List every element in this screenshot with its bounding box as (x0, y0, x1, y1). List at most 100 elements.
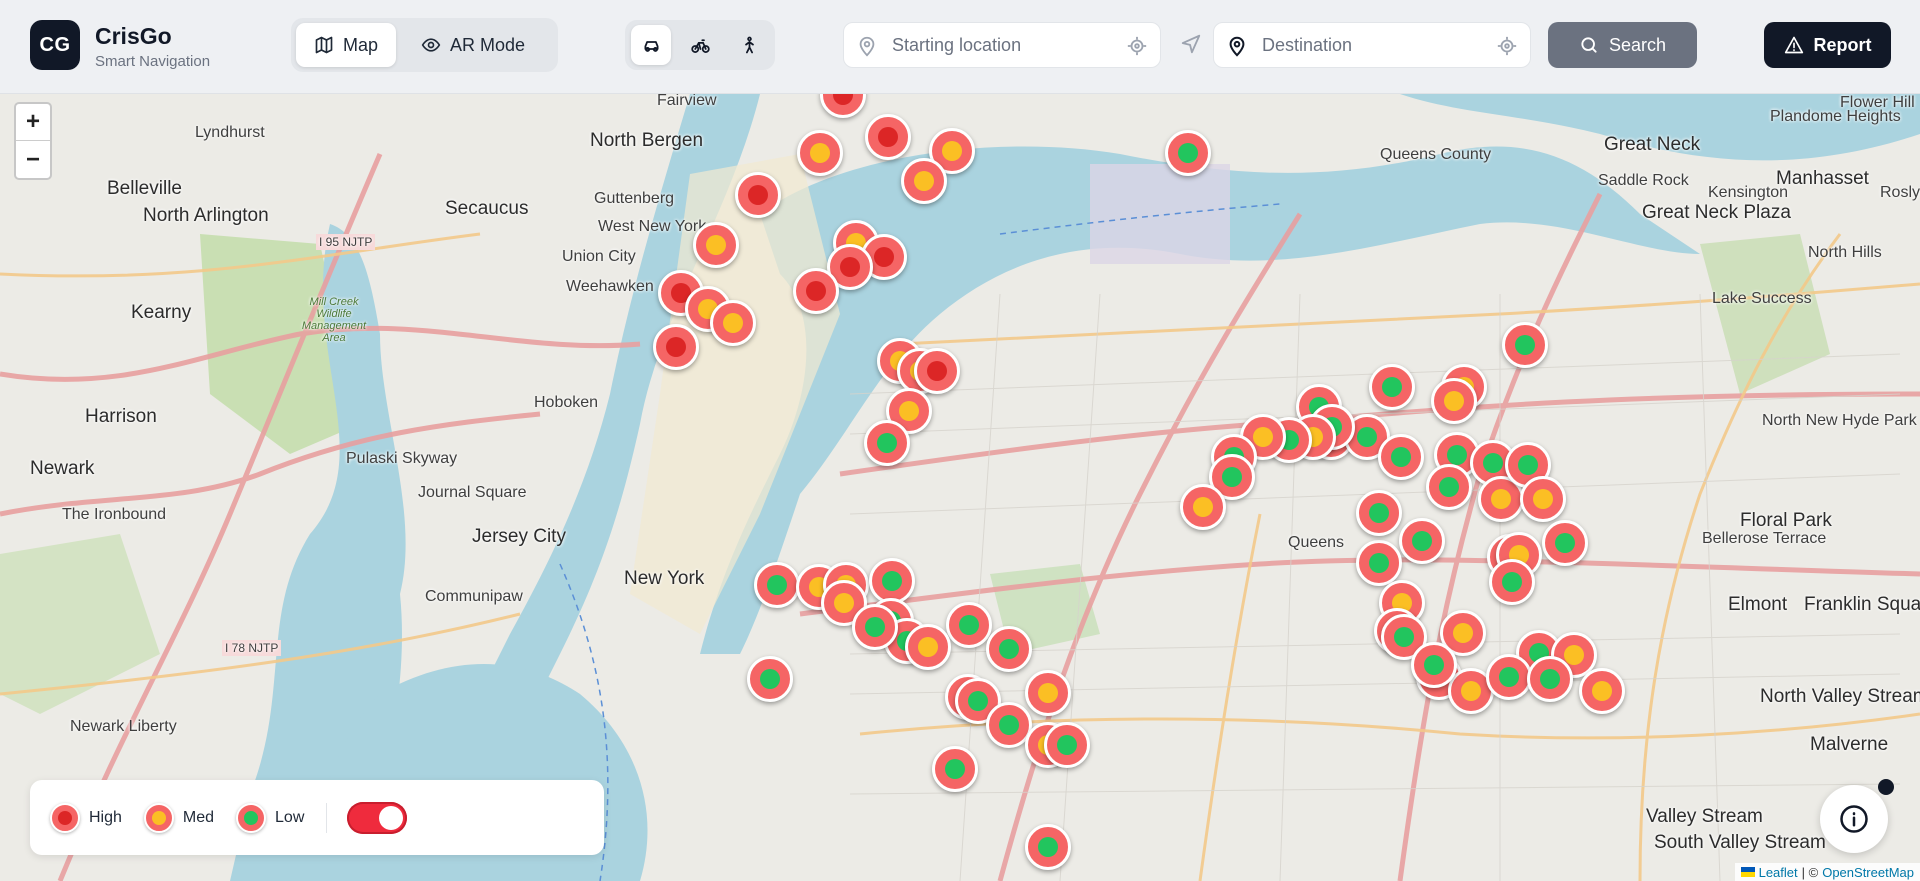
low-severity-dot (1439, 477, 1459, 497)
incident-marker-low[interactable] (1486, 654, 1532, 700)
zoom-out-button[interactable]: − (16, 141, 50, 178)
incident-marker-med[interactable] (1579, 668, 1625, 714)
low-severity-dot (1369, 503, 1389, 523)
incident-marker-low[interactable] (986, 626, 1032, 672)
walk-mode-button[interactable] (729, 25, 769, 65)
incident-marker-low[interactable] (1356, 540, 1402, 586)
map-label: Saddle Rock (1598, 172, 1689, 189)
incident-marker-low[interactable] (1356, 490, 1402, 536)
med-severity-dot (1564, 645, 1584, 665)
incident-marker-med[interactable] (1431, 378, 1477, 424)
bicycle-mode-button[interactable] (680, 25, 720, 65)
incident-marker-low[interactable] (1502, 322, 1548, 368)
top-bar: CG CrisGo Smart Navigation Map AR Mode S… (0, 0, 1920, 94)
incident-marker-low[interactable] (1378, 434, 1424, 480)
incident-marker-low[interactable] (1025, 824, 1071, 870)
med-severity-dot (1461, 681, 1481, 701)
incident-marker-med[interactable] (901, 158, 947, 204)
incident-marker-low[interactable] (852, 604, 898, 650)
navigation-arrow-icon[interactable] (1180, 33, 1202, 55)
zoom-in-button[interactable]: + (16, 104, 50, 141)
low-severity-dot (1499, 667, 1519, 687)
map-label: Elmont (1728, 594, 1788, 615)
incident-marker-low[interactable] (1165, 130, 1211, 176)
incident-marker-med[interactable] (1520, 476, 1566, 522)
incident-marker-low[interactable] (1527, 656, 1573, 702)
low-severity-dot (1038, 837, 1058, 857)
med-severity-dot (1533, 489, 1553, 509)
destination-pin-icon (1229, 36, 1245, 57)
low-severity-dot (1178, 143, 1198, 163)
incident-marker-low[interactable] (754, 562, 800, 608)
map-label: New York (624, 568, 705, 589)
incident-marker-med[interactable] (797, 130, 843, 176)
search-button[interactable]: Search (1548, 22, 1697, 68)
incident-marker-low[interactable] (1369, 364, 1415, 410)
high-severity-dot (748, 185, 768, 205)
high-severity-dot (833, 94, 853, 105)
incident-marker-low[interactable] (1489, 559, 1535, 605)
legend-med: Med (143, 802, 214, 833)
map-mode-button[interactable]: Map (296, 23, 397, 67)
app-logo[interactable]: CG (30, 20, 80, 70)
incident-marker-med[interactable] (710, 300, 756, 346)
starting-location-input[interactable] (892, 31, 1122, 59)
destination-locate-icon[interactable] (1496, 35, 1518, 57)
incident-marker-low[interactable] (932, 746, 978, 792)
incident-marker-med[interactable] (1025, 670, 1071, 716)
destination-field[interactable] (1213, 22, 1531, 68)
car-icon (644, 40, 658, 52)
incident-marker-high[interactable] (653, 324, 699, 370)
low-severity-dot (1424, 655, 1444, 675)
ar-mode-button[interactable]: AR Mode (403, 23, 543, 67)
map-label: Plandome Heights (1770, 108, 1901, 125)
map-label: The Ironbound (62, 506, 167, 523)
map-label: Valley Stream (1646, 806, 1763, 827)
map-label: Manhasset (1776, 168, 1869, 189)
highway-shield: I 95 NJTP (316, 234, 376, 250)
legend-high-label: High (89, 808, 122, 826)
med-severity-dot (1453, 623, 1473, 643)
incident-marker-low[interactable] (1411, 642, 1457, 688)
incident-marker-med[interactable] (693, 222, 739, 268)
incident-marker-low[interactable] (1044, 722, 1090, 768)
walk-icon (744, 36, 754, 53)
low-severity-dot (865, 617, 885, 637)
low-severity-dot (767, 575, 787, 595)
map-label: Queens County (1380, 146, 1492, 163)
location-pin-icon (859, 36, 875, 57)
incident-marker-high[interactable] (735, 172, 781, 218)
incident-marker-high[interactable] (914, 348, 960, 394)
incident-marker-low[interactable] (1542, 520, 1588, 566)
low-severity-dot (1518, 455, 1538, 475)
car-mode-button[interactable] (631, 25, 671, 65)
osm-link[interactable]: OpenStreetMap (1822, 865, 1914, 880)
incident-marker-low[interactable] (1399, 518, 1445, 564)
map-label: North Valley Stream (1760, 686, 1920, 707)
incident-marker-low[interactable] (864, 420, 910, 466)
incident-marker-high[interactable] (793, 268, 839, 314)
incident-marker-low[interactable] (747, 656, 793, 702)
locate-me-icon[interactable] (1126, 35, 1148, 57)
leaflet-link[interactable]: Leaflet (1759, 865, 1798, 880)
map-label: South Valley Stream (1654, 832, 1826, 853)
incident-marker-med[interactable] (905, 624, 951, 670)
heatmap-toggle[interactable] (347, 801, 408, 834)
report-button[interactable]: Report (1764, 22, 1891, 68)
info-button[interactable] (1820, 785, 1888, 853)
app-tagline: Smart Navigation (95, 53, 211, 70)
low-severity-dot (959, 615, 979, 635)
incident-marker-high[interactable] (865, 114, 911, 160)
incident-marker-low[interactable] (946, 602, 992, 648)
legend-high: High (50, 802, 122, 833)
destination-input[interactable] (1262, 31, 1492, 59)
starting-location-field[interactable] (843, 22, 1161, 68)
incident-marker-med[interactable] (1180, 484, 1226, 530)
map-canvas[interactable]: Lyndhurst North Bergen Fairview Bellevil… (0, 94, 1920, 881)
low-severity-dot (1394, 627, 1414, 647)
map-label: North New Hyde Park (1762, 412, 1917, 429)
ukraine-flag-icon (1740, 867, 1755, 877)
report-button-label: Report (1813, 34, 1872, 55)
incident-marker-low[interactable] (1426, 464, 1472, 510)
med-severity-dot (1193, 497, 1213, 517)
